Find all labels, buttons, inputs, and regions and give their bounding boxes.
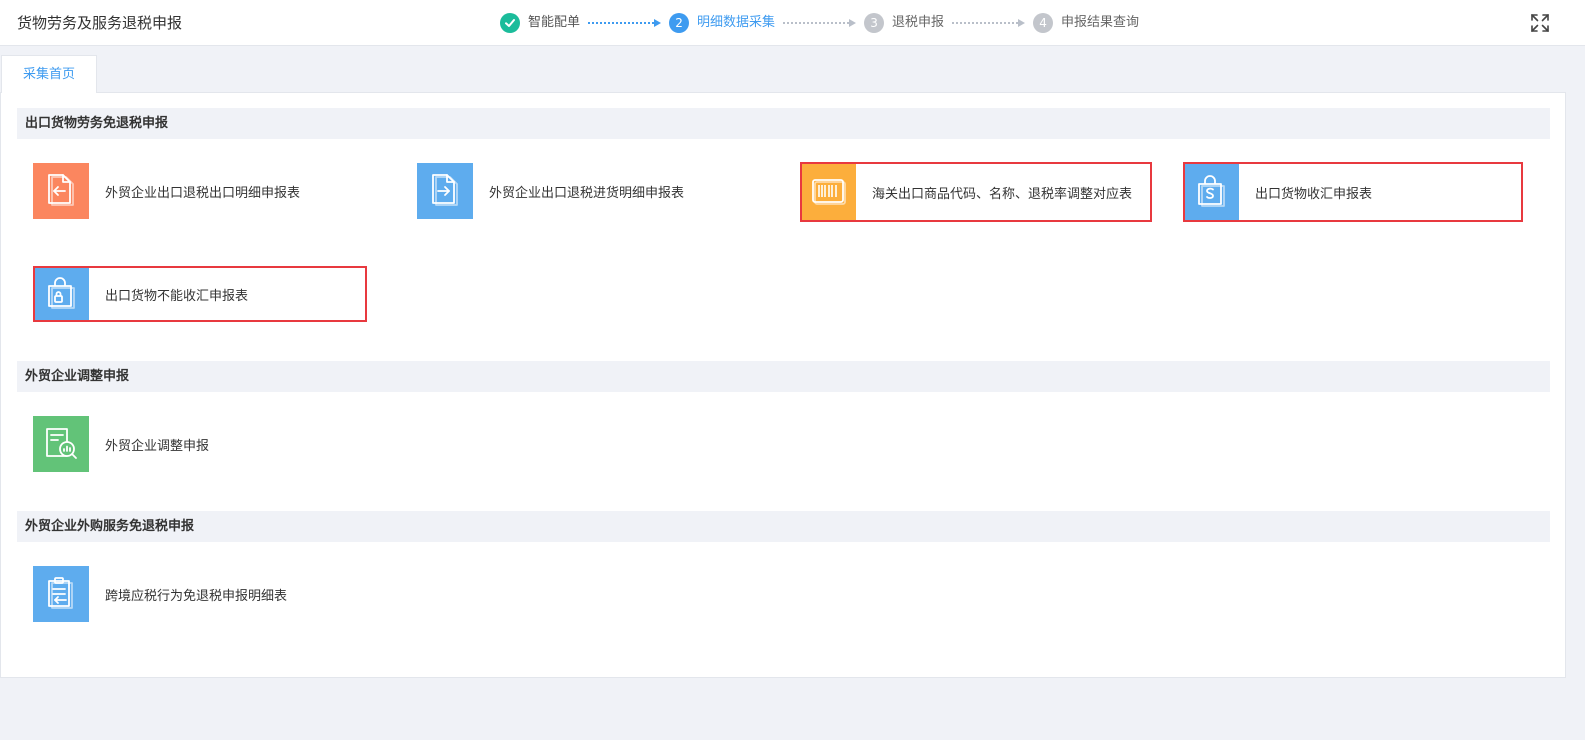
clipboard-list-icon <box>33 566 89 622</box>
card-label: 出口货物不能收汇申报表 <box>105 288 249 304</box>
document-export-icon <box>33 163 89 219</box>
card-adjustment-declaration[interactable]: 外贸企业调整申报 <box>33 416 273 472</box>
check-icon <box>500 13 520 33</box>
step-3-label: 退税申报 <box>892 15 945 30</box>
section-title-purchased-services: 外贸企业外购服务免退税申报 <box>17 511 1550 542</box>
shopping-bag-lock-icon <box>35 268 89 320</box>
step-4[interactable]: 4 申报结果查询 <box>1033 13 1139 33</box>
card-label: 外贸企业出口退税进货明细申报表 <box>489 185 685 201</box>
section-title-export-goods: 出口货物劳务免退税申报 <box>17 108 1550 139</box>
step-4-label: 申报结果查询 <box>1061 15 1140 30</box>
step-3-number: 3 <box>864 13 885 33</box>
step-2-label: 明细数据采集 <box>697 15 776 30</box>
card-label: 外贸企业调整申报 <box>105 438 210 454</box>
barcode-icon <box>802 164 856 220</box>
step-arrow-icon <box>588 19 662 27</box>
step-3[interactable]: 3 退税申报 <box>864 13 944 33</box>
step-1-label: 智能配单 <box>528 15 581 30</box>
step-progress: 智能配单 2 明细数据采集 3 退税申报 4 申报结果查询 <box>500 12 1139 34</box>
expand-icon[interactable] <box>1530 13 1550 33</box>
card-export-detail[interactable]: 外贸企业出口退税出口明细申报表 <box>33 163 373 219</box>
section-title-adjustment: 外贸企业调整申报 <box>17 361 1550 392</box>
card-export-fx-receipt[interactable]: 出口货物收汇申报表 <box>1183 162 1523 222</box>
page-title: 货物劳务及服务退税申报 <box>17 14 183 32</box>
step-4-number: 4 <box>1033 13 1054 33</box>
step-2-number: 2 <box>669 13 690 33</box>
card-label: 海关出口商品代码、名称、退税率调整对应表 <box>872 186 1133 202</box>
step-arrow-icon <box>952 19 1026 27</box>
document-search-chart-icon <box>33 416 89 472</box>
step-2[interactable]: 2 明细数据采集 <box>669 13 775 33</box>
app-header: 货物劳务及服务退税申报 智能配单 2 明细数据采集 3 退税申报 4 申报结果查… <box>0 0 1585 46</box>
tab-collection-home[interactable]: 采集首页 <box>1 55 97 93</box>
card-label: 出口货物收汇申报表 <box>1255 186 1373 202</box>
step-1[interactable]: 智能配单 <box>500 13 580 33</box>
card-label: 跨境应税行为免退税申报明细表 <box>105 588 288 604</box>
card-export-no-fx-receipt[interactable]: 出口货物不能收汇申报表 <box>33 266 367 322</box>
card-customs-code-table[interactable]: 海关出口商品代码、名称、退税率调整对应表 <box>800 162 1152 222</box>
card-cross-border-detail[interactable]: 跨境应税行为免退税申报明细表 <box>33 566 333 622</box>
card-import-detail[interactable]: 外贸企业出口退税进货明细申报表 <box>417 163 757 219</box>
main-panel: 出口货物劳务免退税申报 外贸企业出口退税出口明细申报表 外贸企业出口退税进货明细… <box>0 92 1566 678</box>
document-import-icon <box>417 163 473 219</box>
step-arrow-icon <box>783 19 857 27</box>
shopping-bag-dollar-icon <box>1185 164 1239 220</box>
card-label: 外贸企业出口退税出口明细申报表 <box>105 185 301 201</box>
